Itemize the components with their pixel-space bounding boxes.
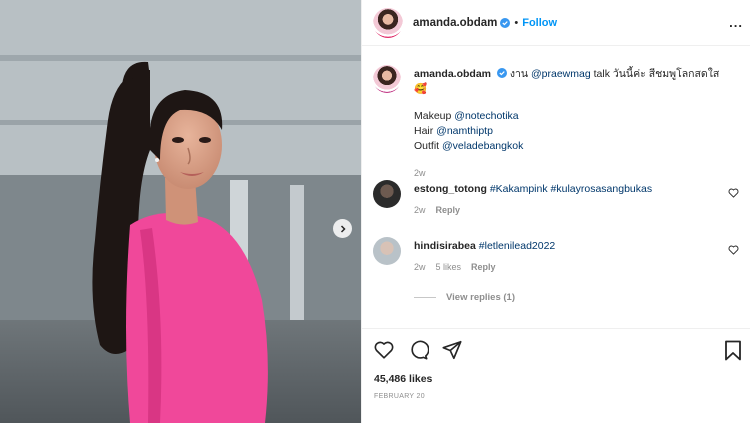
- caption-emoji: 🥰: [414, 83, 428, 95]
- caption-prefix: งาน: [509, 68, 531, 80]
- credit-line: Makeup @notechotika: [414, 109, 724, 124]
- post-photo[interactable]: [0, 0, 361, 423]
- comment-likes[interactable]: 5 likes: [436, 262, 462, 272]
- credit-handle[interactable]: @notechotika: [454, 110, 518, 122]
- avatar[interactable]: [373, 180, 401, 208]
- caption-text: talk วันนี้ค่ะ สีชมพูโลกสดใส: [590, 68, 720, 80]
- likes-count[interactable]: 45,486 likes: [374, 373, 432, 385]
- comment-time[interactable]: 2w: [414, 262, 426, 272]
- post-image: [0, 0, 361, 423]
- credit-role: Outfit: [414, 140, 443, 152]
- comments-list: amanda.obdam งาน @praewmag talk วันนี้ค่…: [362, 47, 750, 327]
- comment-text[interactable]: #Kakampink #kulayrosasangbukas: [490, 183, 652, 195]
- heart-icon[interactable]: [373, 339, 395, 361]
- post-footer: 45,486 likes FEBRUARY 20: [362, 328, 750, 423]
- post-header: amanda.obdam • Follow ...: [362, 0, 750, 46]
- follow-button[interactable]: Follow: [522, 17, 557, 29]
- like-comment-heart-icon[interactable]: [728, 245, 739, 255]
- credit-handle[interactable]: @veladebangkok: [442, 140, 523, 152]
- comment-icon[interactable]: [407, 339, 429, 361]
- post-date: FEBRUARY 20: [374, 393, 425, 400]
- avatar[interactable]: [373, 65, 401, 93]
- reply-button[interactable]: Reply: [436, 205, 461, 215]
- instagram-post: amanda.obdam • Follow ... amanda.obdam ง…: [0, 0, 750, 423]
- view-replies-button[interactable]: View replies (1): [414, 292, 515, 303]
- caption-mention[interactable]: @praewmag: [531, 68, 591, 80]
- credit-role: Hair: [414, 125, 437, 137]
- share-icon[interactable]: [441, 339, 463, 361]
- credit-role: Makeup: [414, 110, 455, 122]
- comment-username[interactable]: estong_totong: [414, 183, 487, 195]
- like-comment-heart-icon[interactable]: [728, 188, 739, 198]
- comment-time[interactable]: 2w: [414, 205, 426, 215]
- verified-badge-icon: [496, 68, 507, 78]
- view-replies-label: View replies (1): [446, 292, 515, 303]
- comment-meta: 2w Reply: [414, 203, 724, 218]
- credit-line: Outfit @veladebangkok: [414, 139, 724, 154]
- comment-username[interactable]: hindisirabea: [414, 240, 476, 252]
- caption-time[interactable]: 2w: [414, 168, 426, 178]
- caption-body: amanda.obdam งาน @praewmag talk วันนี้ค่…: [414, 67, 724, 181]
- comment-meta: 2w 5 likes Reply: [414, 260, 724, 275]
- caption-meta: 2w: [414, 166, 724, 181]
- comment-body: hindisirabea #letlenilead2022 2w 5 likes R…: [414, 239, 724, 275]
- post-side-panel: amanda.obdam • Follow ... amanda.obdam ง…: [361, 0, 750, 423]
- avatar[interactable]: [373, 7, 403, 38]
- caption-line: amanda.obdam งาน @praewmag talk วันนี้ค่…: [414, 67, 724, 97]
- bookmark-icon[interactable]: [724, 340, 742, 361]
- credit-handle[interactable]: @namthiptp: [436, 125, 493, 137]
- verified-badge-icon: [500, 17, 511, 28]
- credit-line: Hair @namthiptp: [414, 124, 724, 139]
- username[interactable]: amanda.obdam: [413, 17, 497, 29]
- reply-button[interactable]: Reply: [471, 262, 496, 272]
- comment-text[interactable]: #letlenilead2022: [479, 240, 555, 252]
- next-photo-button[interactable]: [333, 219, 352, 238]
- caption-username[interactable]: amanda.obdam: [414, 68, 491, 80]
- comment-body: estong_totong #Kakampink #kulayrosasangb…: [414, 182, 724, 218]
- separator-dot: •: [514, 16, 519, 29]
- action-bar: [373, 339, 463, 361]
- replies-divider: [414, 297, 436, 298]
- chevron-right-icon: [340, 224, 346, 233]
- more-options-icon[interactable]: ...: [729, 15, 743, 30]
- avatar[interactable]: [373, 237, 401, 265]
